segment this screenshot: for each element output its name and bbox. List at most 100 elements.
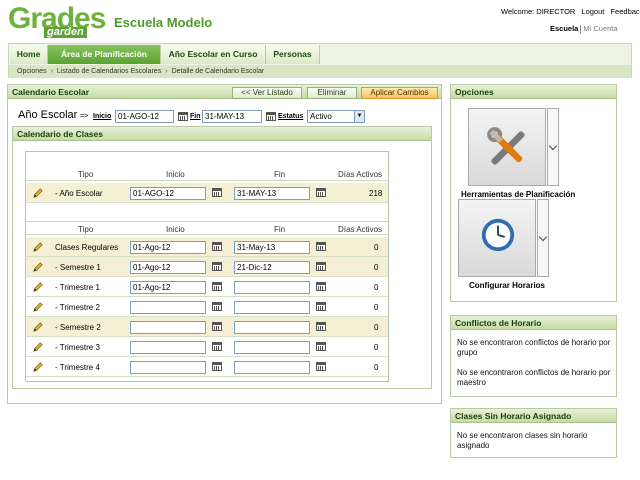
table-row: - Trimestre 2 0 (26, 297, 388, 317)
chevron-right-icon: › (50, 68, 53, 75)
tab-current-school-year[interactable]: Año Escolar en Curso (161, 45, 266, 64)
calendar-icon[interactable] (212, 242, 222, 251)
calendar-icon[interactable] (178, 112, 188, 121)
planning-tools-dropdown[interactable] (547, 108, 559, 186)
grades-garden-logo[interactable]: Grades garden (8, 2, 106, 38)
calendar-icon[interactable] (316, 302, 326, 311)
pencil-icon[interactable] (32, 322, 43, 333)
row-end-input[interactable] (234, 321, 310, 334)
calendar-icon[interactable] (316, 282, 326, 291)
row-start-input[interactable] (130, 301, 206, 314)
unassigned-message: No se encontraron clases sin horario asi… (457, 431, 588, 450)
configure-schedules-button[interactable] (458, 199, 536, 277)
logout-link[interactable]: Logout (581, 7, 604, 16)
pencil-icon[interactable] (32, 188, 43, 199)
row-end-input[interactable] (234, 281, 310, 294)
calendar-icon[interactable] (212, 282, 222, 291)
row-start-input[interactable]: 01-Ago-12 (130, 261, 206, 274)
breadcrumb: Opciones › Listado de Calendarios Escolare… (9, 65, 631, 78)
row-type: Clases Regulares (55, 243, 119, 252)
row-end-input[interactable] (234, 361, 310, 374)
logo-sub: garden (44, 27, 87, 38)
table-row: - Año Escolar 01-AGO-12 31-MAY-13 218 (26, 183, 388, 203)
pencil-icon[interactable] (32, 362, 43, 373)
row-active-days: 0 (374, 363, 379, 372)
unassigned-classes-panel: Clases Sin Horario Asignado No se encont… (450, 408, 617, 458)
tab-people[interactable]: Personas (266, 45, 320, 64)
arrow-label: => (80, 113, 89, 120)
row-start-input[interactable]: 01-Ago-12 (130, 241, 206, 254)
apply-changes-button[interactable]: Aplicar Cambios (361, 87, 438, 99)
calendar-icon[interactable] (212, 362, 222, 371)
row-start-input[interactable] (130, 321, 206, 334)
row-active-days: 0 (374, 243, 379, 252)
year-start-input[interactable]: 01-AGO-12 (115, 110, 174, 123)
row-start-input[interactable]: 01-Ago-12 (130, 281, 206, 294)
table-row: - Semestre 1 01-Ago-12 21-Dic-12 0 (26, 257, 388, 277)
pencil-icon[interactable] (32, 342, 43, 353)
status-select[interactable]: Activo ▼ (307, 110, 365, 123)
view-list-button[interactable]: << Ver Listado (232, 87, 302, 99)
calendar-icon[interactable] (316, 322, 326, 331)
row-end-input[interactable] (234, 341, 310, 354)
options-panel: Opciones Herramientas de Planificación C… (450, 84, 617, 302)
teacher-conflicts-message: No se encontraron conflictos de horario … (457, 368, 611, 387)
breadcrumb-options[interactable]: Opciones (17, 68, 47, 75)
row-start-input[interactable] (130, 341, 206, 354)
start-label: Inicio (93, 113, 112, 120)
school-name: Escuela Modelo (114, 15, 213, 30)
feedback-link[interactable]: Feedback (610, 7, 640, 16)
calendar-icon[interactable] (316, 188, 326, 197)
school-calendar-panel: Calendario Escolar << Ver Listado Elimin… (7, 84, 442, 404)
year-end-input[interactable]: 31-MAY-13 (202, 110, 262, 123)
row-type: - Semestre 2 (55, 323, 101, 332)
row-start-input[interactable] (130, 361, 206, 374)
row-end-input[interactable]: 31-May-13 (234, 241, 310, 254)
panel-title: Clases Sin Horario Asignado (451, 409, 616, 423)
panel-title: Opciones (451, 85, 616, 99)
pencil-icon[interactable] (32, 282, 43, 293)
row-end-input[interactable]: 31-MAY-13 (234, 187, 310, 200)
delete-button[interactable]: Eliminar (307, 87, 357, 99)
row-active-days: 0 (374, 343, 379, 352)
col-active-days: Días Activos (338, 170, 383, 179)
chevron-right-icon: › (165, 68, 168, 75)
row-end-input[interactable] (234, 301, 310, 314)
welcome-bar: Welcome: DIRECTOR Logout Feedback (497, 7, 640, 16)
calendar-icon[interactable] (212, 188, 222, 197)
row-start-input[interactable]: 01-AGO-12 (130, 187, 206, 200)
pencil-icon[interactable] (32, 242, 43, 253)
calendar-icon[interactable] (266, 112, 276, 121)
pencil-icon[interactable] (32, 302, 43, 313)
my-account-link[interactable]: Mi Cuenta (583, 24, 617, 33)
planning-tools-label: Herramientas de Planificación (461, 190, 576, 199)
col-end: Fin (274, 170, 286, 179)
main-nav: Home Área de Planificación Año Escolar e… (8, 43, 632, 78)
tab-home[interactable]: Home (10, 45, 48, 64)
calendar-icon[interactable] (316, 262, 326, 271)
col-active-days: Días Activos (338, 225, 383, 234)
planning-tools-button[interactable] (468, 108, 546, 186)
tab-planning-area[interactable]: Área de Planificación (48, 45, 161, 64)
calendar-icon[interactable] (316, 242, 326, 251)
calendar-icon[interactable] (212, 262, 222, 271)
calendar-icon[interactable] (316, 342, 326, 351)
end-label: Fin (190, 113, 201, 120)
row-type: - Año Escolar (55, 189, 103, 198)
breadcrumb-calendar-list[interactable]: Listado de Calendarios Escolares (57, 68, 161, 75)
calendar-icon[interactable] (316, 362, 326, 371)
school-link[interactable]: Escuela (550, 24, 578, 33)
pencil-icon[interactable] (32, 262, 43, 273)
row-end-input[interactable]: 21-Dic-12 (234, 261, 310, 274)
row-active-days: 0 (374, 303, 379, 312)
breadcrumb-calendar-detail: Detalle de Calendario Escolar (171, 68, 265, 75)
row-active-days: 0 (374, 323, 379, 332)
calendar-icon[interactable] (212, 302, 222, 311)
calendar-icon[interactable] (212, 322, 222, 331)
row-active-days: 0 (374, 263, 379, 272)
table-row: - Trimestre 4 0 (26, 357, 388, 377)
row-type: - Trimestre 4 (55, 363, 100, 372)
calendar-icon[interactable] (212, 342, 222, 351)
row-active-days: 0 (374, 283, 379, 292)
configure-schedules-dropdown[interactable] (537, 199, 549, 277)
